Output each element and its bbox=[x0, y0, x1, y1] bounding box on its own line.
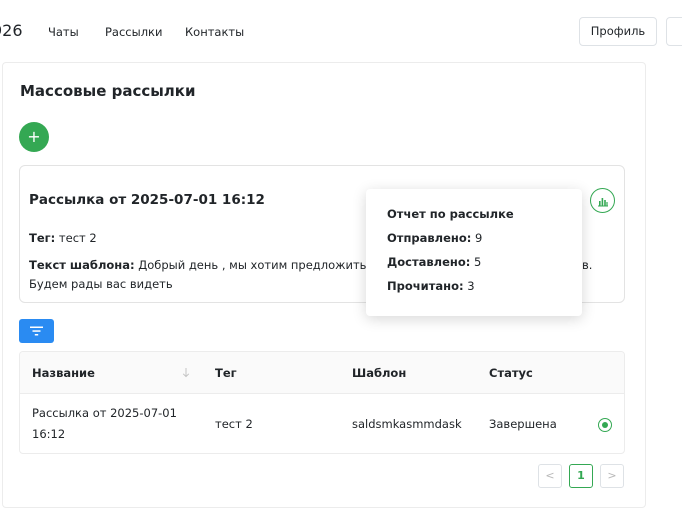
top-navbar: 926 Чаты Рассылки Контакты Профиль В bbox=[0, 0, 682, 62]
filter-icon bbox=[30, 326, 43, 336]
report-read-label: Прочитано: bbox=[387, 279, 464, 293]
mailing-tag: Тег: тест 2 bbox=[29, 231, 97, 245]
logout-button[interactable]: В bbox=[666, 17, 682, 46]
row-name-line2: 16:12 bbox=[32, 427, 66, 441]
nav-mailings[interactable]: Рассылки bbox=[105, 25, 162, 39]
report-button[interactable] bbox=[590, 188, 615, 213]
pagination-next-button[interactable]: > bbox=[600, 464, 624, 488]
filter-button[interactable] bbox=[19, 319, 54, 343]
report-sent-value: 9 bbox=[474, 231, 483, 245]
row-template: saldsmkasmmdask bbox=[352, 417, 462, 431]
column-header-name[interactable]: Название bbox=[32, 366, 95, 380]
sort-icon[interactable] bbox=[182, 367, 190, 378]
page-title: Массовые рассылки bbox=[20, 82, 196, 100]
mailing-template: Текст шаблона: Добрый день , мы хотим пр… bbox=[29, 258, 393, 272]
pagination-page-1[interactable]: 1 bbox=[569, 464, 593, 488]
column-header-tag: Тег bbox=[215, 366, 237, 380]
mailing-title: Рассылка от 2025-07-01 16:12 bbox=[29, 192, 265, 208]
profile-button[interactable]: Профиль bbox=[579, 17, 657, 46]
nav-contacts[interactable]: Контакты bbox=[185, 25, 244, 39]
column-header-template: Шаблон bbox=[352, 366, 407, 380]
mailing-tag-label: Тег: bbox=[29, 231, 56, 245]
row-tag: тест 2 bbox=[215, 417, 253, 431]
add-mailing-button[interactable]: + bbox=[19, 122, 49, 152]
mailings-table: Название Тег Шаблон Статус Рассылка от 2… bbox=[19, 351, 625, 454]
pagination-prev-button[interactable]: < bbox=[538, 464, 562, 488]
mailing-template-tail: в. bbox=[582, 258, 593, 272]
report-sent-label: Отправлено: bbox=[387, 231, 472, 245]
report-delivered-label: Доставлено: bbox=[387, 255, 471, 269]
table-header: Название Тег Шаблон Статус bbox=[20, 352, 624, 394]
mailing-template-line2: Будем рады вас видеть bbox=[29, 277, 173, 291]
mailing-template-label: Текст шаблона: bbox=[29, 258, 135, 272]
report-delivered: Доставлено: 5 bbox=[387, 255, 481, 269]
report-sent: Отправлено: 9 bbox=[387, 231, 482, 245]
report-delivered-value: 5 bbox=[474, 255, 482, 269]
status-radio-icon[interactable] bbox=[598, 418, 612, 432]
brand[interactable]: 926 bbox=[0, 21, 23, 40]
mailing-tag-value: тест 2 bbox=[58, 231, 97, 245]
column-header-status: Статус bbox=[489, 366, 533, 380]
nav-chats[interactable]: Чаты bbox=[48, 25, 79, 39]
plus-icon: + bbox=[27, 127, 41, 146]
row-status: Завершена bbox=[489, 417, 557, 431]
mailing-template-text: Добрый день , мы хотим предложить вам bbox=[138, 258, 393, 272]
report-read-value: 3 bbox=[467, 279, 475, 293]
row-name-line1: Рассылка от 2025-07-01 bbox=[32, 406, 177, 420]
report-popover: Отчет по рассылке Отправлено: 9 Доставле… bbox=[366, 189, 582, 316]
report-title-text: Отчет по рассылке bbox=[387, 207, 514, 221]
bar-chart-icon bbox=[597, 197, 608, 206]
report-title: Отчет по рассылке bbox=[387, 207, 514, 221]
report-read: Прочитано: 3 bbox=[387, 279, 475, 293]
